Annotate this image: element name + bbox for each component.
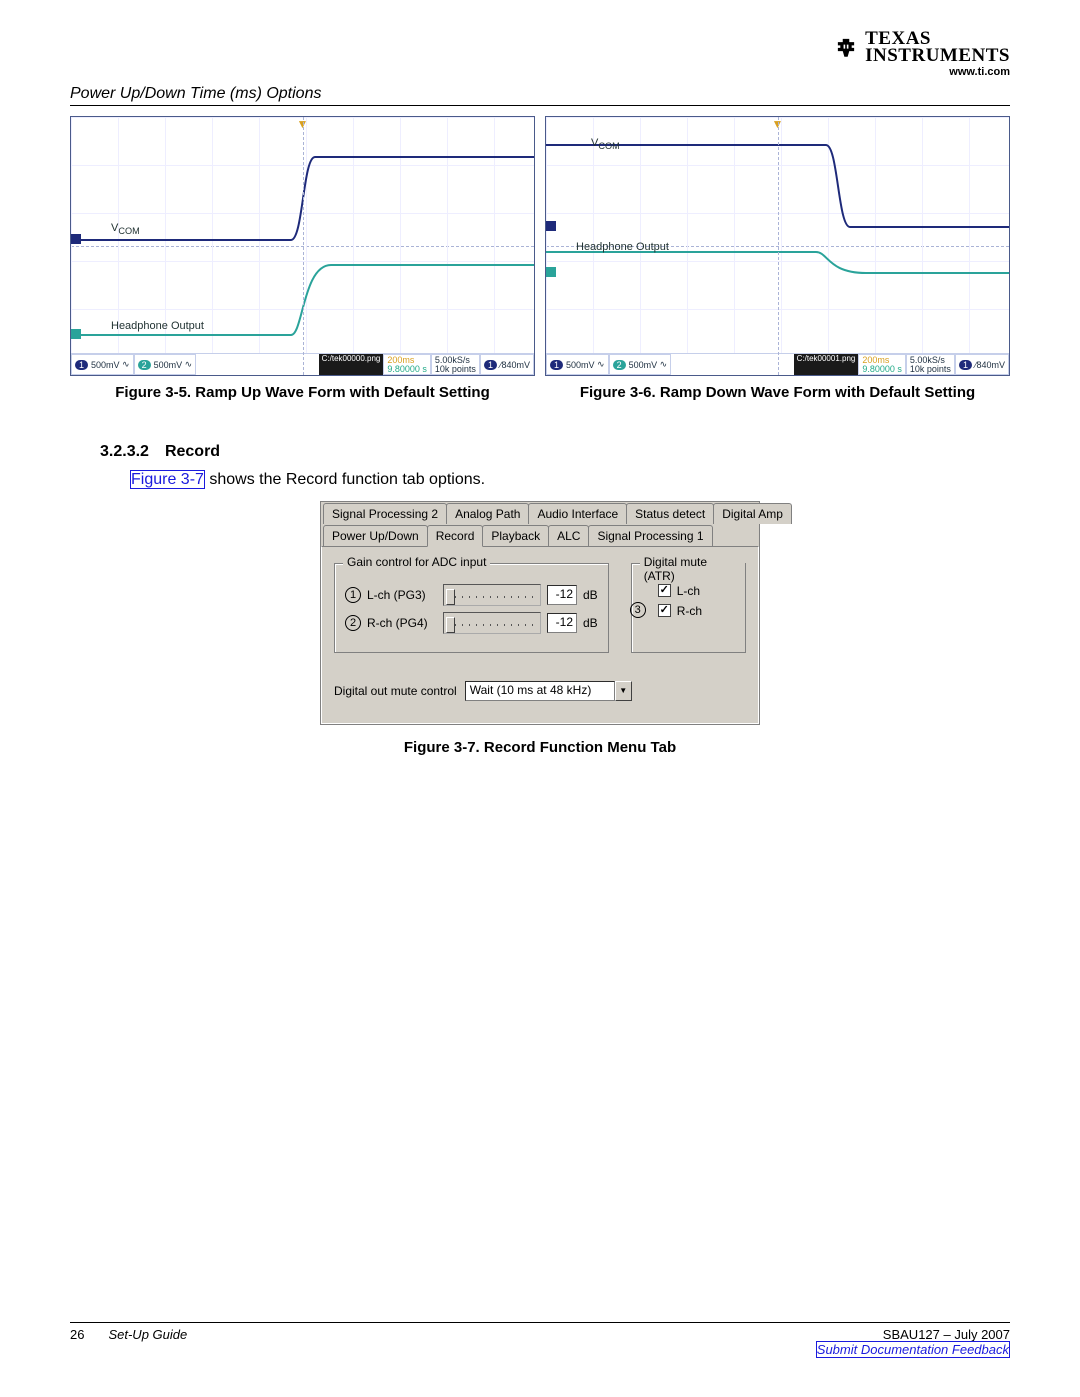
headphone-output-label: Headphone Output bbox=[576, 241, 669, 253]
mute-rch-label: R-ch bbox=[677, 604, 702, 618]
section-title: Record bbox=[165, 443, 220, 461]
trigger-mark-icon: ▼ bbox=[772, 117, 784, 131]
scope-readout-bar: 1500mV ∿ 2500mV ∿ C:/tek00001.png 200ms … bbox=[546, 353, 1009, 375]
callout-2: 2 bbox=[345, 615, 361, 631]
chevron-down-icon[interactable]: ▼ bbox=[615, 681, 632, 701]
scope-file-label: C:/tek00001.png bbox=[794, 354, 859, 375]
tab-row-2: Power Up/Down Record Playback ALC Signal… bbox=[321, 524, 759, 546]
figure-3-6-caption: Figure 3-6. Ramp Down Wave Form with Def… bbox=[545, 384, 1010, 403]
figure-3-5-caption: Figure 3-5. Ramp Up Wave Form with Defau… bbox=[70, 384, 535, 403]
channel-1-marker bbox=[71, 234, 81, 244]
tab-audio-interface[interactable]: Audio Interface bbox=[528, 503, 627, 524]
section-header: Power Up/Down Time (ms) Options bbox=[70, 85, 1010, 106]
page-number: 26 bbox=[70, 1327, 84, 1357]
gain-legend: Gain control for ADC input bbox=[343, 555, 490, 569]
record-tab-gui: Signal Processing 2 Analog Path Audio In… bbox=[320, 501, 760, 725]
gain-control-fieldset: Gain control for ADC input 1 L-ch (PG3) … bbox=[334, 563, 609, 653]
lch-label: L-ch (PG3) bbox=[367, 588, 437, 602]
tab-digital-amp[interactable]: Digital Amp bbox=[713, 503, 792, 524]
tab-record[interactable]: Record bbox=[427, 525, 484, 547]
logo-url: www.ti.com bbox=[833, 66, 1010, 78]
tab-signal-processing-2[interactable]: Signal Processing 2 bbox=[323, 503, 447, 524]
channel-2-marker bbox=[546, 267, 556, 277]
scope-ramp-down: ▼ VCOM Headphone Output 1500mV ∿ 2500mV … bbox=[545, 116, 1010, 376]
mute-legend: Digital mute (ATR) bbox=[640, 555, 745, 583]
body-paragraph: Figure 3-7 shows the Record function tab… bbox=[130, 471, 1010, 489]
ti-logo-block: TEXAS INSTRUMENTS www.ti.com bbox=[833, 30, 1010, 78]
callout-1: 1 bbox=[345, 587, 361, 603]
ti-chip-icon bbox=[833, 34, 859, 60]
combo-value[interactable]: Wait (10 ms at 48 kHz) bbox=[465, 681, 615, 701]
rch-gain-value[interactable]: -12 bbox=[547, 613, 577, 633]
section-number: 3.2.3.2 bbox=[100, 443, 149, 461]
logo-text-bottom: INSTRUMENTS bbox=[865, 47, 1010, 64]
headphone-output-label: Headphone Output bbox=[111, 320, 204, 332]
lch-gain-slider[interactable] bbox=[443, 584, 541, 606]
digital-mute-fieldset: Digital mute (ATR) 3 L-ch R-ch bbox=[631, 563, 746, 653]
channel-1-marker bbox=[546, 221, 556, 231]
tab-alc[interactable]: ALC bbox=[548, 525, 589, 546]
submit-feedback-link[interactable]: Submit Documentation Feedback bbox=[816, 1341, 1010, 1358]
scope-file-label: C:/tek00000.png bbox=[319, 354, 384, 375]
trigger-mark-icon: ▼ bbox=[297, 117, 309, 131]
page-footer: 26 Set-Up Guide SBAU127 – July 2007 Subm… bbox=[70, 1322, 1010, 1357]
figure-3-7-link[interactable]: Figure 3-7 bbox=[130, 470, 205, 489]
scope-ramp-up: ▼ VCOM Headphone Output 1500mV ∿ 2500mV … bbox=[70, 116, 535, 376]
db-unit: dB bbox=[583, 588, 598, 602]
digital-out-mute-label: Digital out mute control bbox=[334, 684, 457, 698]
lch-mute-checkbox[interactable] bbox=[658, 584, 671, 597]
tab-playback[interactable]: Playback bbox=[482, 525, 549, 546]
tab-analog-path[interactable]: Analog Path bbox=[446, 503, 529, 524]
rch-gain-slider[interactable] bbox=[443, 612, 541, 634]
mute-lch-label: L-ch bbox=[677, 584, 700, 598]
callout-3: 3 bbox=[630, 602, 646, 618]
tab-row-1: Signal Processing 2 Analog Path Audio In… bbox=[321, 502, 759, 524]
footer-doc-id: SBAU127 – July 2007 bbox=[816, 1327, 1010, 1342]
scope-readout-bar: 1500mV ∿ 2500mV ∿ C:/tek00000.png 200ms … bbox=[71, 353, 534, 375]
channel-2-marker bbox=[71, 329, 81, 339]
tab-status-detect[interactable]: Status detect bbox=[626, 503, 714, 524]
scope-row: ▼ VCOM Headphone Output 1500mV ∿ 2500mV … bbox=[70, 116, 1010, 376]
tab-signal-processing-1[interactable]: Signal Processing 1 bbox=[588, 525, 712, 546]
rch-label: R-ch (PG4) bbox=[367, 616, 437, 630]
lch-gain-value[interactable]: -12 bbox=[547, 585, 577, 605]
digital-out-mute-combo[interactable]: Wait (10 ms at 48 kHz) ▼ bbox=[465, 681, 632, 701]
rch-mute-checkbox[interactable] bbox=[658, 604, 671, 617]
figure-3-7-caption: Figure 3-7. Record Function Menu Tab bbox=[70, 739, 1010, 756]
db-unit: dB bbox=[583, 616, 598, 630]
footer-guide: Set-Up Guide bbox=[108, 1327, 187, 1357]
tab-power-up-down[interactable]: Power Up/Down bbox=[323, 525, 428, 546]
